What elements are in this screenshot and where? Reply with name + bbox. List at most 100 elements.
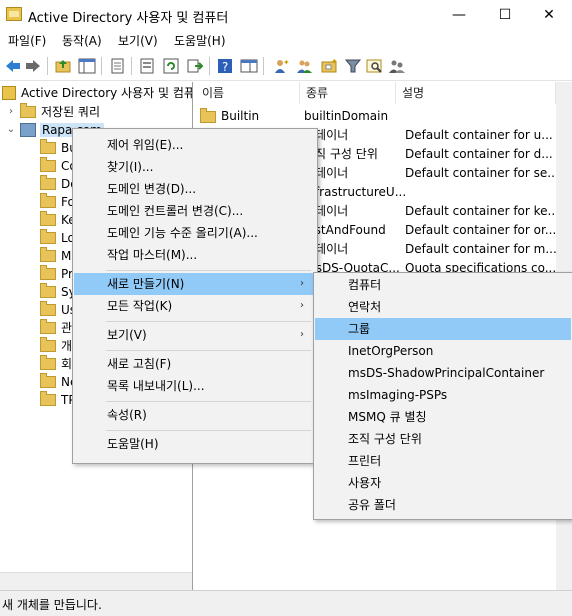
submenu-item-computer[interactable]: 컴퓨터: [315, 274, 571, 296]
svg-text:✦: ✦: [331, 57, 338, 66]
expand-icon[interactable]: ›: [6, 106, 16, 117]
show-hide-icon[interactable]: [240, 57, 258, 75]
tree-item-child[interactable]: TP: [40, 390, 76, 409]
menu-item-raise-functional-level[interactable]: 도메인 기능 수준 올리기(A)...: [74, 222, 314, 244]
back-icon[interactable]: [4, 57, 22, 75]
menu-item-label: 도메인 기능 수준 올리기(A)...: [107, 226, 258, 240]
column-header-description[interactable]: 설명: [396, 82, 556, 104]
menu-item-label: 사용자: [348, 476, 382, 490]
folder-icon: [40, 192, 56, 208]
context-menu: 제어 위임(E)... 찾기(I)... 도메인 변경(D)... 도메인 컨트…: [72, 128, 318, 464]
submenu-item-shared-folder[interactable]: 공유 폴더: [315, 494, 571, 516]
tree-item-child[interactable]: 개: [40, 336, 72, 355]
menu-item-delegate-control[interactable]: 제어 위임(E)...: [74, 134, 314, 156]
find-icon[interactable]: [366, 57, 384, 75]
forward-icon[interactable]: [24, 57, 42, 75]
menu-item-operations-masters[interactable]: 작업 마스터(M)...: [74, 244, 314, 266]
tree-item-child[interactable]: Sy: [40, 282, 76, 301]
collapse-icon[interactable]: ⌄: [6, 124, 16, 135]
list-item[interactable]: Builtin: [200, 107, 259, 126]
menu-item-label: 새로 고침(F): [107, 357, 172, 371]
submenu-item-contact[interactable]: 연락처: [315, 296, 571, 318]
menu-item-label: msImaging-PSPs: [348, 388, 448, 402]
maximize-button[interactable]: ☐: [482, 0, 528, 30]
folder-icon: [40, 210, 56, 226]
menu-view[interactable]: 보기(V): [118, 32, 158, 49]
tree-item-saved-queries[interactable]: › 저장된 쿼리: [6, 102, 100, 121]
list-item-desc: Default container for u...: [405, 128, 553, 142]
menu-item-label: 보기(V): [107, 328, 147, 342]
submenu-arrow-icon: ›: [300, 278, 304, 289]
refresh-icon[interactable]: [162, 57, 180, 75]
add-user-icon[interactable]: ✦: [272, 57, 290, 75]
submenu-arrow-icon: ›: [300, 300, 304, 311]
export-icon[interactable]: [186, 57, 204, 75]
list-item-name: Builtin: [221, 109, 260, 123]
export-list-icon[interactable]: [138, 57, 156, 75]
menu-file[interactable]: 파일(F): [8, 32, 46, 49]
filter-icon[interactable]: [344, 57, 362, 75]
menu-item-new[interactable]: 새로 만들기(N) ›: [74, 273, 314, 295]
tree-item-child[interactable]: Pr: [40, 264, 73, 283]
tree-root[interactable]: Active Directory 사용자 및 컴퓨: [2, 83, 192, 102]
status-text: 새 개체를 만듭니다.: [2, 598, 102, 612]
add-ou-icon[interactable]: ✦: [320, 57, 338, 75]
menu-item-label: 찾기(I)...: [107, 160, 154, 174]
folder-icon: [40, 300, 56, 316]
submenu-item-printer[interactable]: 프린터: [315, 450, 571, 472]
menu-item-change-domain[interactable]: 도메인 변경(D)...: [74, 178, 314, 200]
tree-item-child[interactable]: Ke: [40, 210, 76, 229]
tree-item-child[interactable]: 회: [40, 354, 72, 373]
menu-separator: [106, 321, 311, 322]
menu-item-label: 새로 만들기(N): [107, 277, 185, 291]
menu-item-label: 작업 마스터(M)...: [107, 248, 198, 262]
list-item-type: builtinDomain: [304, 109, 389, 123]
minimize-button[interactable]: —: [436, 0, 482, 30]
submenu-item-msmq-alias[interactable]: MSMQ 큐 별칭: [315, 406, 571, 428]
menu-item-refresh[interactable]: 새로 고침(F): [74, 353, 314, 375]
menu-item-find[interactable]: 찾기(I)...: [74, 156, 314, 178]
tree-item-child[interactable]: Fo: [40, 192, 75, 211]
submenu-item-group[interactable]: 그룹: [315, 318, 571, 340]
delegate-icon[interactable]: [388, 57, 406, 75]
close-button[interactable]: ✕: [526, 0, 572, 30]
toolbar: ? ✦ ✦: [0, 52, 572, 81]
menu-item-label: msDS-ShadowPrincipalContainer: [348, 366, 545, 380]
submenu-item-organizational-unit[interactable]: 조직 구성 단위: [315, 428, 571, 450]
domain-icon: [20, 122, 36, 137]
menu-item-label: 그룹: [348, 322, 371, 336]
title-bar: Active Directory 사용자 및 컴퓨터 — ☐ ✕: [0, 0, 572, 30]
tree-item-label: 개: [61, 339, 73, 353]
tree-item-label: 관: [61, 321, 73, 335]
copy-icon[interactable]: [108, 57, 126, 75]
menu-item-export-list[interactable]: 목록 내보내기(L)...: [74, 375, 314, 397]
menu-item-label: MSMQ 큐 별칭: [348, 410, 427, 424]
list-item-desc: Default container for d...: [405, 147, 553, 161]
submenu-item-shadow-principal[interactable]: msDS-ShadowPrincipalContainer: [315, 362, 571, 384]
menu-help[interactable]: 도움말(H): [174, 32, 226, 49]
submenu-item-inetorgperson[interactable]: InetOrgPerson: [315, 340, 571, 362]
menu-action[interactable]: 동작(A): [62, 32, 102, 49]
submenu-item-user[interactable]: 사용자: [315, 472, 571, 494]
menu-item-view[interactable]: 보기(V) ›: [74, 324, 314, 346]
tree-horizontal-scrollbar[interactable]: [0, 572, 192, 590]
menu-item-all-tasks[interactable]: 모든 작업(K) ›: [74, 295, 314, 317]
help-icon[interactable]: ?: [216, 57, 234, 75]
tree-item-label: 회: [61, 357, 73, 371]
list-item-desc: Default container for ke...: [405, 204, 556, 218]
tree-item-child[interactable]: 관: [40, 318, 72, 337]
column-header-type[interactable]: 종류: [300, 82, 396, 104]
tree-item-child[interactable]: Us: [40, 300, 76, 319]
menu-item-change-dc[interactable]: 도메인 컨트롤러 변경(C)...: [74, 200, 314, 222]
menu-separator: [106, 430, 311, 431]
console-tree-icon[interactable]: [78, 57, 96, 75]
folder-icon: [40, 354, 56, 370]
add-group-icon[interactable]: [296, 57, 314, 75]
tree-item-child[interactable]: Lo: [40, 228, 75, 247]
menu-item-properties[interactable]: 속성(R): [74, 404, 314, 426]
up-folder-icon[interactable]: [54, 57, 72, 75]
submenu-item-msimaging-psps[interactable]: msImaging-PSPs: [315, 384, 571, 406]
menu-item-label: 프린터: [348, 454, 382, 468]
column-header-name[interactable]: 이름: [196, 82, 300, 104]
menu-item-help[interactable]: 도움말(H): [74, 433, 314, 455]
